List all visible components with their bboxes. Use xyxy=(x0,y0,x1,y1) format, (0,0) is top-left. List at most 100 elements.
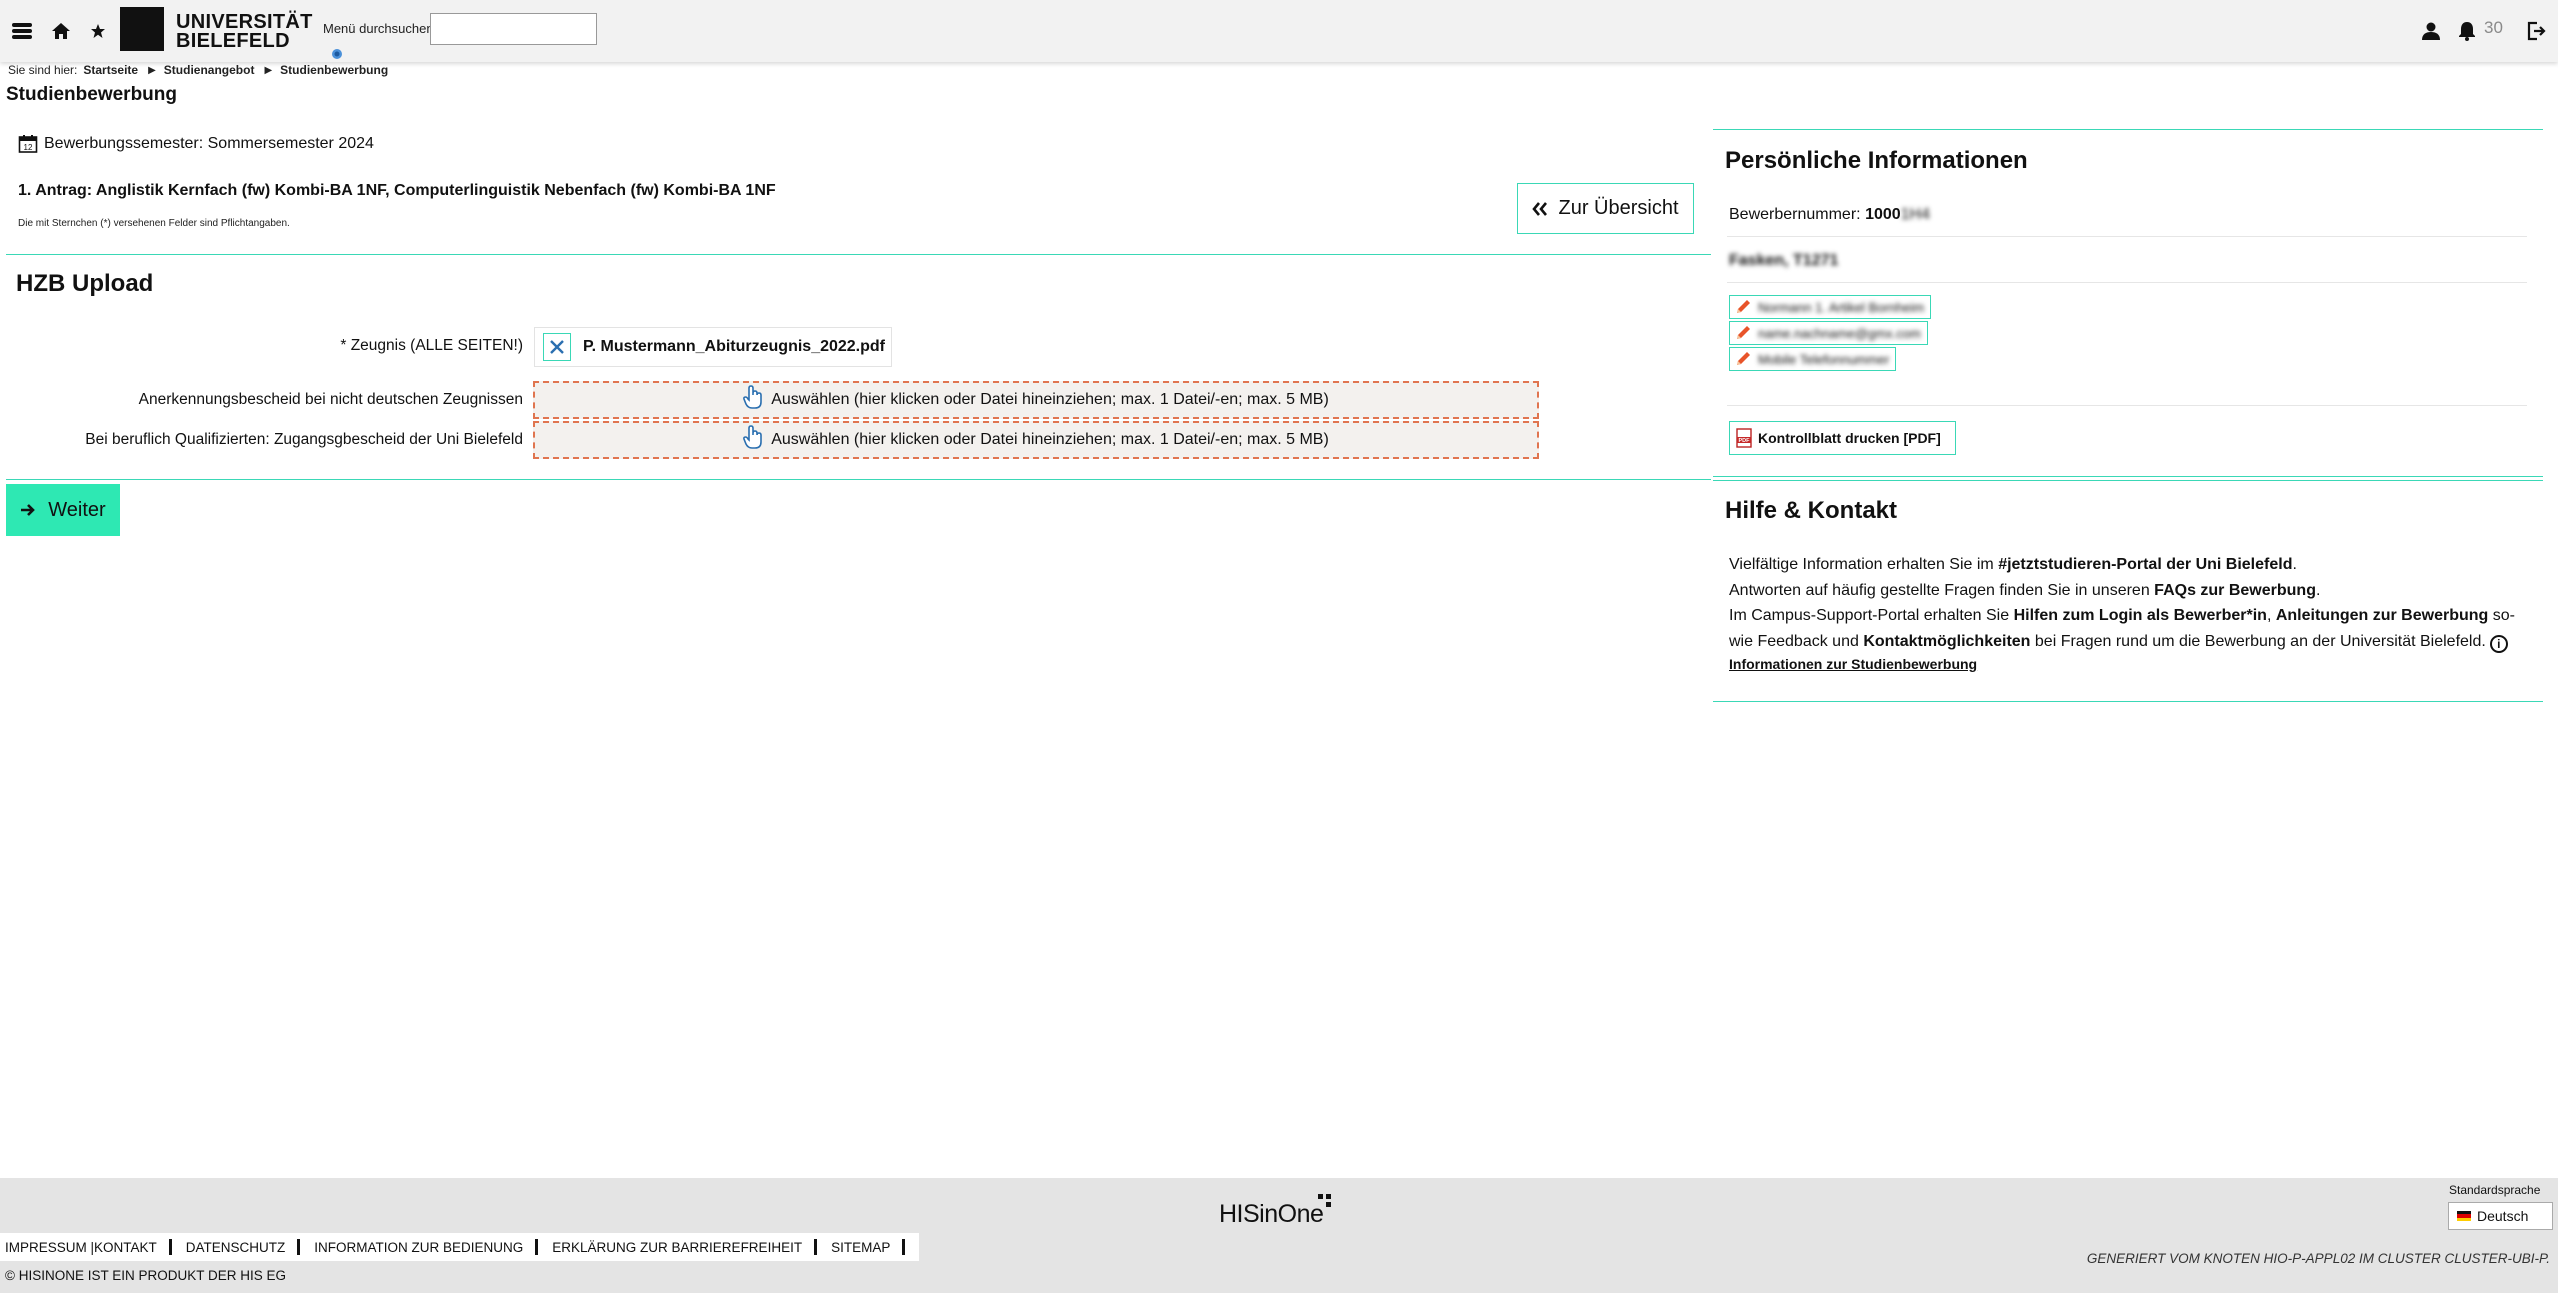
hand-pointer-icon xyxy=(743,425,763,449)
divider xyxy=(1713,480,2543,481)
help-text: Im Campus-Support-Portal erhalten Sie xyxy=(1729,607,2014,624)
close-icon xyxy=(550,340,564,354)
print-control-sheet-button[interactable]: PDF Kontrollblatt drucken [PDF] xyxy=(1729,421,1956,455)
semester-text: Bewerbungssemester: Sommersemester 2024 xyxy=(44,135,374,152)
help-text: bei Fragen rund um die Bewerbung an der … xyxy=(2030,632,2486,650)
help-text: . xyxy=(2315,581,2321,599)
edit-address-button[interactable]: Normann 1. Artikel Bornheim xyxy=(1729,295,1932,319)
file-dropzone-zugangsbescheid[interactable]: Auswählen (hier klicken oder Datei hinei… xyxy=(533,421,1539,459)
pencil-edit-icon xyxy=(1737,352,1750,365)
dropzone-text: Auswählen (hier klicken oder Datei hinei… xyxy=(771,431,1329,448)
german-flag-icon xyxy=(2457,1211,2471,1221)
divider xyxy=(1727,405,2527,406)
applicant-number-label: Bewerbernummer: xyxy=(1729,206,1861,223)
calendar-icon: 12 xyxy=(18,135,38,153)
help-text: . xyxy=(2292,556,2297,573)
pdf-file-icon: PDF xyxy=(1736,428,1752,448)
language-label: Standardsprache xyxy=(2449,1183,2541,1197)
application-info-link[interactable]: Informationen zur Studienbewerbung xyxy=(1729,656,1977,672)
help-line-3: Im Campus-Support-Portal erhalten Sie Hi… xyxy=(1729,603,2519,654)
divider xyxy=(1713,129,2543,130)
svg-text:PDF: PDF xyxy=(1739,438,1751,444)
node-info: GENERIERT VOM KNOTEN HIO-P-APPL02 IM CLU… xyxy=(2086,1251,2550,1266)
page-title: Studienbewerbung xyxy=(6,84,177,105)
breadcrumb: Sie sind hier: Startseite ▶ Studienangeb… xyxy=(8,62,388,78)
footer-link-impressum[interactable]: Impressum |Kontakt xyxy=(5,1240,157,1255)
footer-separator xyxy=(535,1239,539,1255)
language-value: Deutsch xyxy=(2477,1208,2529,1224)
field-label-zugangsbescheid: Bei beruflich Qualifizierten: Zugangsgbe… xyxy=(85,431,523,448)
applicant-number-value: 1000 xyxy=(1865,206,1901,223)
footer-link-bedienung[interactable]: Information zur Bedienung xyxy=(314,1240,523,1255)
hamburger-menu-icon[interactable] xyxy=(9,18,35,44)
menu-search-label: Menü durchsuchen xyxy=(323,21,434,36)
back-to-overview-label: Zur Übersicht xyxy=(1558,197,1679,219)
file-dropzone-anerkennungsbescheid[interactable]: Auswählen (hier klicken oder Datei hinei… xyxy=(533,381,1539,419)
help-contact-title: Hilfe & Kontakt xyxy=(1725,497,1898,524)
divider xyxy=(1727,282,2527,283)
top-bar: UNIVERSITÄT BIELEFELD Menü durchsuchen 3… xyxy=(0,0,2558,62)
menu-search-input[interactable] xyxy=(430,13,597,45)
breadcrumb-item-studienbewerbung[interactable]: Studienbewerbung xyxy=(280,63,388,77)
footer-links: Impressum |Kontakt Datenschutz Informati… xyxy=(0,1233,920,1261)
notification-count: 30 xyxy=(2484,18,2503,37)
faq-link[interactable]: FAQs zur Bewerbung xyxy=(2154,582,2316,599)
application-guide-link[interactable]: Anleitungen zur Bewerbung xyxy=(2276,607,2488,624)
help-line-2: Antworten auf häufig gestellte Fragen fi… xyxy=(1729,578,2519,604)
footer: HISinOne Standardsprache Deutsch Impress… xyxy=(0,1178,2558,1293)
edit-email-button[interactable]: name.nachname@gmx.com xyxy=(1729,321,1928,345)
remove-file-button[interactable] xyxy=(543,333,571,361)
applicant-number-redacted: 1H4 xyxy=(1900,206,1931,223)
footer-link-sitemap[interactable]: Sitemap xyxy=(831,1240,890,1255)
footer-separator xyxy=(814,1239,818,1255)
svg-text:12: 12 xyxy=(24,143,33,152)
next-button[interactable]: Weiter xyxy=(6,484,120,536)
info-icon[interactable]: i xyxy=(2489,635,2508,654)
university-logo-mark[interactable] xyxy=(120,7,164,51)
back-to-overview-button[interactable]: Zur Übersicht xyxy=(1517,183,1694,234)
hand-pointer-icon xyxy=(743,385,763,409)
divider xyxy=(1713,476,2543,477)
applicant-number-row: Bewerbernummer: 10001H4 xyxy=(1729,206,1930,224)
address-value: Normann 1. Artikel Bornheim xyxy=(1758,299,1925,315)
star-bookmark-icon[interactable] xyxy=(85,18,111,44)
hisinone-logo: HISinOne xyxy=(1219,1200,1324,1228)
contact-options-link[interactable]: Kontaktmöglichkeiten xyxy=(1863,633,2030,650)
help-text: Vielfältige Information erhalten Sie im xyxy=(1729,556,1999,573)
login-help-link[interactable]: Hilfen zum Login als Bewerber*in xyxy=(2014,607,2267,624)
user-profile-icon[interactable] xyxy=(2418,18,2444,44)
phone-value: Mobile Telefonnummer xyxy=(1758,351,1890,367)
field-label-zeugnis: * Zeugnis (ALLE SEITEN!) xyxy=(340,337,523,354)
section-title-hzb-upload: HZB Upload xyxy=(16,270,154,297)
dropzone-text: Auswählen (hier klicken oder Datei hinei… xyxy=(771,391,1329,408)
next-button-label: Weiter xyxy=(48,498,106,521)
edit-phone-button[interactable]: Mobile Telefonnummer xyxy=(1729,347,1897,371)
divider xyxy=(6,254,1711,255)
arrow-right-icon xyxy=(21,504,36,516)
application-title: 1. Antrag: Anglistik Kernfach (fw) Kombi… xyxy=(18,182,776,199)
home-icon[interactable] xyxy=(48,18,74,44)
breadcrumb-item-studienangebot[interactable]: Studienangebot xyxy=(164,63,255,77)
double-chevron-left-icon xyxy=(1532,201,1548,216)
breadcrumb-item-startseite[interactable]: Startseite xyxy=(83,63,138,77)
university-logo-text[interactable]: UNIVERSITÄT BIELEFELD xyxy=(176,12,313,51)
personal-info-title: Persönliche Informationen xyxy=(1725,147,2028,174)
bell-notification-icon[interactable] xyxy=(2454,18,2480,44)
breadcrumb-chevron-icon: ▶ xyxy=(264,64,273,76)
field-label-anerkennungsbescheid: Anerkennungsbescheid bei nicht deutschen… xyxy=(138,391,523,408)
semester-info: 12 Bewerbungssemester: Sommersemester 20… xyxy=(18,134,374,154)
footer-link-datenschutz[interactable]: Datenschutz xyxy=(186,1240,286,1255)
breadcrumb-chevron-icon: ▶ xyxy=(148,64,156,76)
uploaded-file-name: P. Mustermann_Abiturzeugnis_2022.pdf xyxy=(583,338,885,355)
logout-icon[interactable] xyxy=(2523,18,2549,44)
jetztstudieren-portal-link[interactable]: #jetztstudieren-Portal der Uni Bielefeld xyxy=(1998,556,2292,573)
footer-separator xyxy=(297,1239,301,1255)
pencil-edit-icon xyxy=(1737,326,1750,339)
footer-link-barrierefreiheit[interactable]: Erklärung zur Barrierefreiheit xyxy=(552,1240,802,1255)
footer-separator xyxy=(168,1239,172,1255)
help-text: , xyxy=(2266,607,2276,624)
uploaded-file-chip: P. Mustermann_Abiturzeugnis_2022.pdf xyxy=(534,327,892,367)
language-select[interactable]: Deutsch xyxy=(2448,1202,2553,1230)
email-value: name.nachname@gmx.com xyxy=(1758,325,1921,341)
help-text: Antworten auf häufig gestellte Fragen fi… xyxy=(1729,581,2155,599)
